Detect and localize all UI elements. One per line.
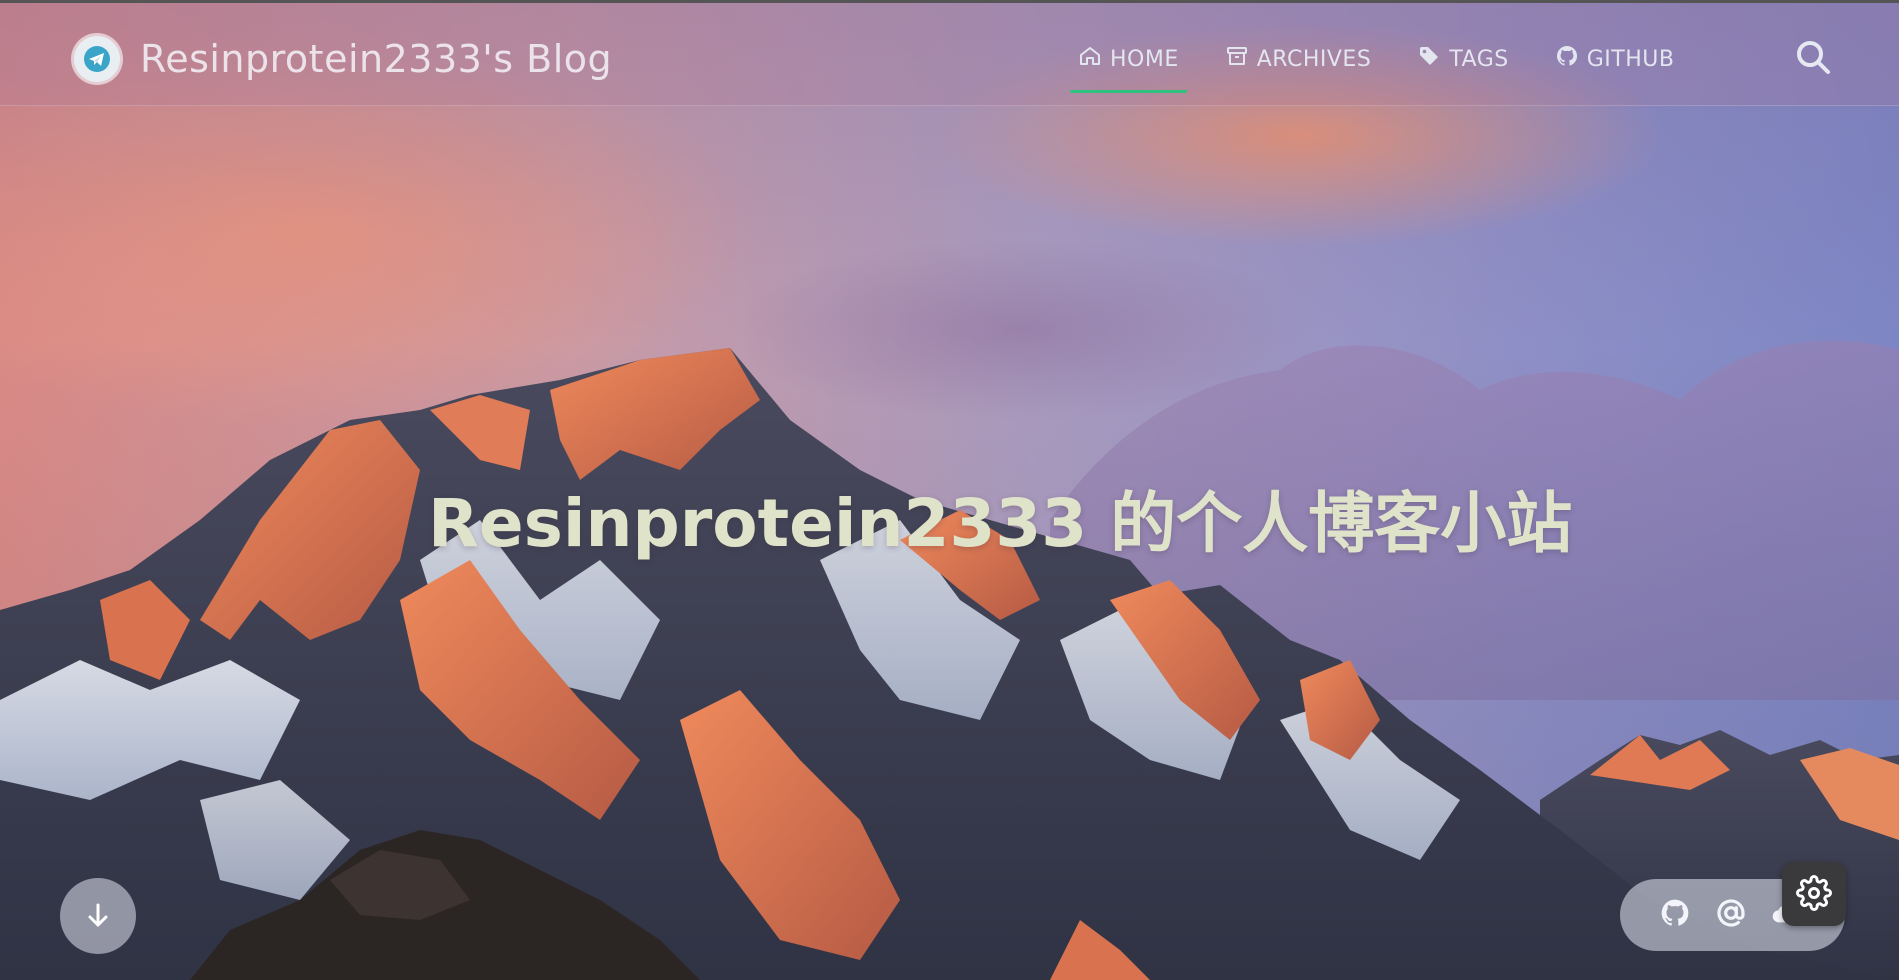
nav-archives-label: ARCHIVES (1256, 46, 1372, 72)
at-email-icon (1715, 897, 1747, 933)
brand-link[interactable]: Resinprotein2333's Blog (74, 36, 613, 82)
social-email-link[interactable] (1714, 898, 1748, 932)
github-icon (1555, 44, 1579, 74)
nav-tags[interactable]: TAGS (1409, 39, 1516, 79)
nav-home-label: HOME (1110, 46, 1179, 72)
telegram-avatar-icon (74, 36, 120, 82)
github-icon (1659, 897, 1691, 933)
blog-home-page: Resinprotein2333's Blog HOME ARCHIVES TA… (0, 0, 1899, 980)
nav-home[interactable]: HOME (1070, 39, 1187, 93)
nav-github[interactable]: GITHUB (1547, 39, 1683, 79)
social-github-link[interactable] (1658, 898, 1692, 932)
arrow-down-icon (82, 899, 114, 934)
scroll-down-button[interactable] (60, 878, 136, 954)
tag-icon (1417, 44, 1441, 74)
archive-icon (1225, 44, 1249, 74)
brand-title: Resinprotein2333's Blog (140, 37, 613, 81)
search-icon (1793, 37, 1833, 80)
top-navbar: Resinprotein2333's Blog HOME ARCHIVES TA… (0, 0, 1899, 106)
hero-title: Resinprotein2333 的个人博客小站 (428, 485, 1573, 562)
nav-github-label: GITHUB (1586, 46, 1675, 72)
nav-tags-label: TAGS (1449, 46, 1509, 72)
gear-icon (1796, 874, 1832, 914)
settings-button[interactable] (1782, 862, 1846, 926)
home-icon (1078, 44, 1102, 74)
nav-archives[interactable]: ARCHIVES (1217, 39, 1380, 79)
search-button[interactable] (1790, 35, 1836, 81)
main-nav: HOME ARCHIVES TAGS GITHUB (1070, 39, 1712, 93)
